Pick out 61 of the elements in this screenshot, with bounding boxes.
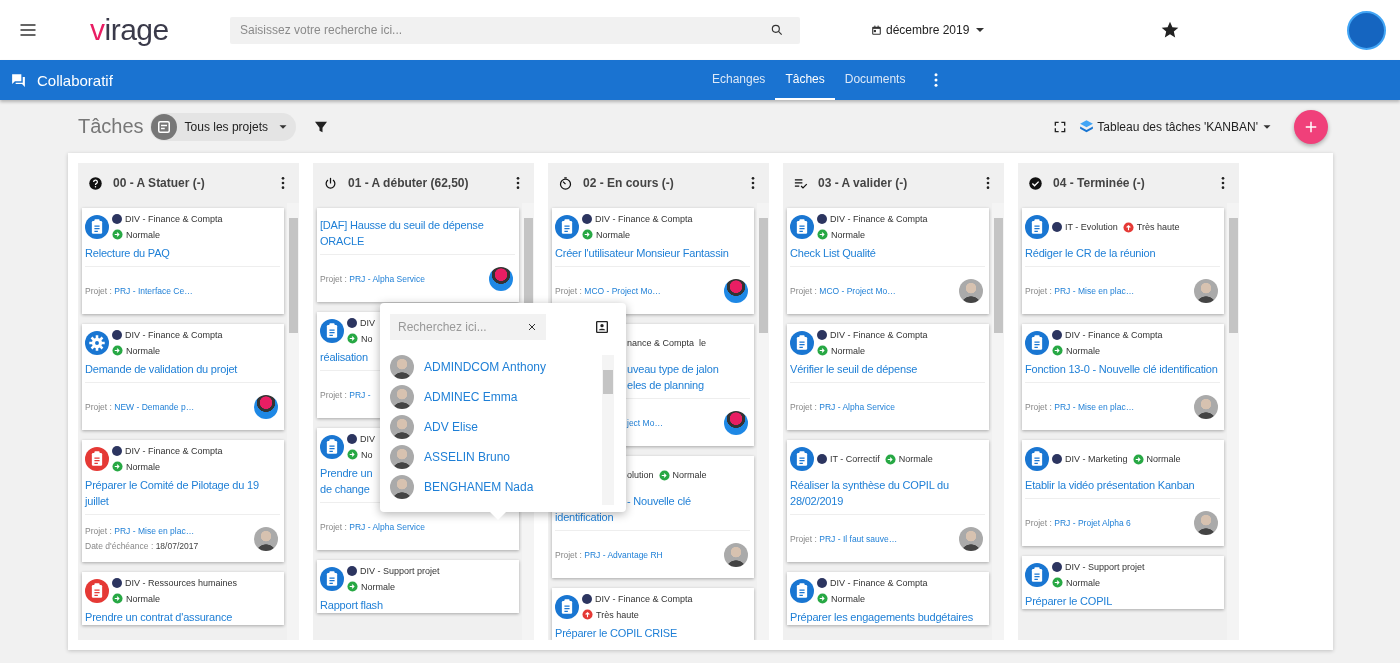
project-label: Projet : — [790, 533, 817, 544]
priority-label: Normale — [1066, 345, 1100, 356]
column-title: 01 - A débuter (62,50) — [348, 176, 470, 190]
module-title: Collaboratif — [37, 71, 114, 89]
project-label: Projet : — [1025, 517, 1052, 528]
priority-label: Normale — [1146, 454, 1181, 464]
priority-label: Normale — [831, 593, 865, 604]
priority-label: Normale — [831, 229, 865, 240]
priority-label: Normale — [898, 454, 933, 464]
due-date-label: Date d'échéance : — [85, 541, 154, 551]
priority-label: Normale — [126, 229, 160, 240]
division-label: DIV — [360, 318, 375, 328]
project-label: Projet : — [320, 389, 347, 400]
division-label: DIV - Finance & Compta — [125, 446, 223, 456]
priority-label: Normale — [1066, 577, 1100, 588]
column-title: 00 - A Statuer (-) — [113, 176, 206, 190]
project-label: Projet : — [85, 401, 112, 412]
priority-label: Très haute — [596, 609, 639, 620]
division-label: nance & Compta — [627, 338, 695, 348]
project-label: Projet : — [555, 285, 582, 296]
priority-label: Normale — [126, 345, 160, 356]
division-label: DIV - Finance & Compta — [830, 330, 928, 340]
project-label: Projet : — [555, 549, 582, 560]
division-label: DIV - Ressources humaines — [125, 578, 238, 588]
division-label: DIV - Finance & Compta — [830, 214, 928, 224]
priority-label: Normale — [596, 229, 630, 240]
priority-label: le — [699, 338, 707, 348]
division-label: DIV - Finance & Compta — [125, 214, 223, 224]
column-title: 04 - Terminée (-) — [1053, 176, 1146, 190]
priority-label: Normale — [126, 461, 160, 472]
division-label: DIV — [360, 434, 375, 444]
division-label: IT - Evolution — [1065, 222, 1118, 232]
division-label: DIV - Finance & Compta — [125, 330, 223, 340]
priority-label: Normale — [361, 581, 395, 592]
division-label: DIV - Finance & Compta — [595, 594, 693, 604]
project-label: Projet : — [85, 526, 112, 536]
priority-label: No — [361, 449, 373, 460]
priority-label: Très haute — [1136, 222, 1180, 232]
project-label: Projet : — [1025, 401, 1052, 412]
priority-label: No — [361, 333, 373, 344]
division-label: DIV - Finance & Compta — [595, 214, 693, 224]
project-label: Projet : — [790, 401, 817, 412]
priority-label: Normale — [126, 593, 160, 604]
division-label: IT - Correctif — [830, 454, 880, 464]
due-date: 18/07/2017 — [155, 541, 199, 551]
division-label: DIV - Finance & Compta — [1065, 330, 1163, 340]
project-label: Projet : — [1025, 285, 1052, 296]
project-label: Projet : — [320, 273, 347, 284]
column-title: 02 - En cours (-) — [583, 176, 675, 190]
priority-label: Normale — [831, 345, 865, 356]
project-label: Projet : — [85, 285, 112, 296]
division-label: DIV - Marketing — [1065, 454, 1128, 464]
project-label: Projet : — [790, 285, 817, 296]
project-label: Projet : — [320, 521, 347, 532]
division-label: DIV - Support projet — [360, 566, 440, 576]
division-label: DIV - Support projet — [1065, 562, 1145, 572]
division-label: olution — [627, 470, 654, 480]
page-title: Tâches — [78, 115, 144, 138]
priority-label: Normale — [672, 470, 707, 480]
division-label: DIV - Finance & Compta — [830, 578, 928, 588]
column-title: 03 - A valider (-) — [818, 176, 909, 190]
